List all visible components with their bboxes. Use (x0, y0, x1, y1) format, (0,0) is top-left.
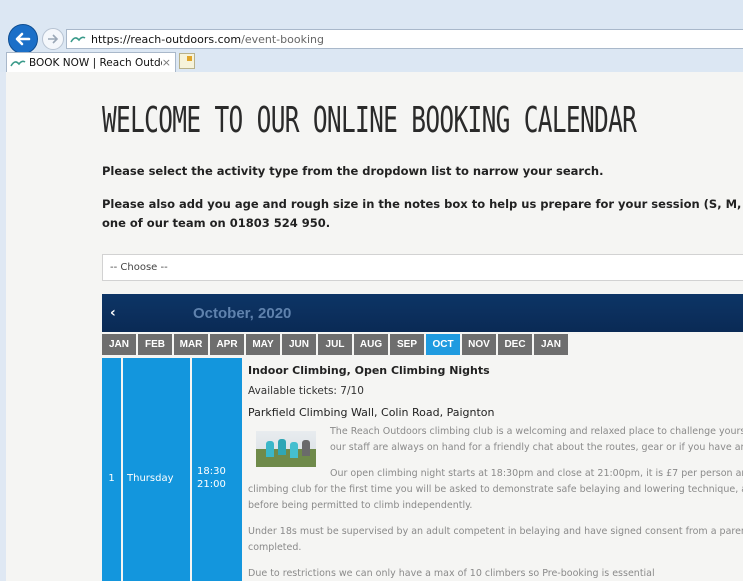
month-tab[interactable]: SEP (390, 334, 424, 355)
url-path: /event-booking (241, 32, 324, 46)
event-time: 18:30 21:00 (192, 358, 242, 581)
page-content: WELCOME TO OUR ONLINE BOOKING CALENDAR P… (6, 72, 743, 581)
month-tabs: JAN FEB MAR APR MAY JUN JUL AUG SEP OCT … (102, 334, 570, 356)
event-desc-line: completed. (248, 542, 302, 553)
back-arrow-icon (15, 32, 31, 46)
event-end-time: 21:00 (197, 479, 226, 490)
month-tab[interactable]: JUN (282, 334, 316, 355)
month-tab[interactable]: MAR (174, 334, 208, 355)
page-title: WELCOME TO OUR ONLINE BOOKING CALENDAR (102, 100, 637, 141)
event-photo (256, 431, 316, 467)
dropdown-selected-value: -- Choose -- (110, 262, 168, 273)
instruction-text: Please select the activity type from the… (102, 164, 604, 178)
event-desc-line: climbing club for the first time you wil… (248, 484, 743, 495)
event-desc-line: before being permitted to climb independ… (248, 500, 473, 511)
event-start-time: 18:30 (197, 466, 226, 477)
month-tab[interactable]: JAN (102, 334, 136, 355)
tab-close-icon[interactable]: × (162, 56, 171, 69)
month-tab[interactable]: DEC (498, 334, 532, 355)
url-host: https://reach-outdoors.com (91, 32, 242, 46)
notes-instruction-line-2: one of our team on 01803 524 950. (102, 216, 331, 230)
month-tab[interactable]: JUL (318, 334, 352, 355)
month-tab[interactable]: FEB (138, 334, 172, 355)
back-button[interactable] (8, 24, 38, 54)
month-tab[interactable]: MAY (246, 334, 280, 355)
event-day: Thursday (123, 358, 190, 581)
event-details: Indoor Climbing, Open Climbing Nights Av… (248, 358, 743, 581)
calendar-month-title: October, 2020 (193, 305, 292, 322)
browser-chrome: https://reach-outdoors.com/event-booking… (0, 0, 743, 72)
tab-favicon-icon (10, 60, 26, 66)
address-bar[interactable]: https://reach-outdoors.com/event-booking (66, 29, 743, 49)
event-number: 1 (102, 358, 121, 581)
notes-instruction-text: Please also add you age and rough size i… (102, 195, 743, 233)
browser-tab[interactable]: BOOK NOW | Reach Outdo... × (6, 52, 176, 72)
event-desc-line: Under 18s must be supervised by an adult… (248, 526, 743, 537)
month-tab[interactable]: JAN (534, 334, 568, 355)
month-tab[interactable]: AUG (354, 334, 388, 355)
activity-type-dropdown[interactable]: -- Choose -- (102, 254, 743, 281)
month-tab[interactable]: NOV (462, 334, 496, 355)
forward-arrow-icon (48, 34, 59, 44)
event-desc-line: Due to restrictions we can only have a m… (248, 568, 655, 579)
site-favicon-icon (70, 36, 86, 43)
month-tab[interactable]: APR (210, 334, 244, 355)
new-tab-icon[interactable] (179, 53, 195, 69)
event-title[interactable]: Indoor Climbing, Open Climbing Nights (248, 364, 490, 377)
calendar-header: ‹ October, 2020 (102, 294, 743, 332)
event-desc-line: Our open climbing night starts at 18:30p… (330, 468, 743, 479)
tab-title: BOOK NOW | Reach Outdo... (29, 56, 162, 69)
prev-month-icon[interactable]: ‹ (110, 305, 116, 321)
event-tickets: Available tickets: 7/10 (248, 385, 364, 397)
event-row[interactable]: 1 Thursday 18:30 21:00 Indoor Climbing, … (102, 358, 743, 581)
forward-button[interactable] (42, 28, 64, 50)
month-tab[interactable]: OCT (426, 334, 460, 355)
event-desc-line: our staff are always on hand for a frien… (330, 442, 743, 453)
event-location: Parkfield Climbing Wall, Colin Road, Pai… (248, 406, 495, 419)
event-desc-line: The Reach Outdoors climbing club is a we… (330, 426, 743, 437)
notes-instruction-line-1: Please also add you age and rough size i… (102, 197, 743, 211)
